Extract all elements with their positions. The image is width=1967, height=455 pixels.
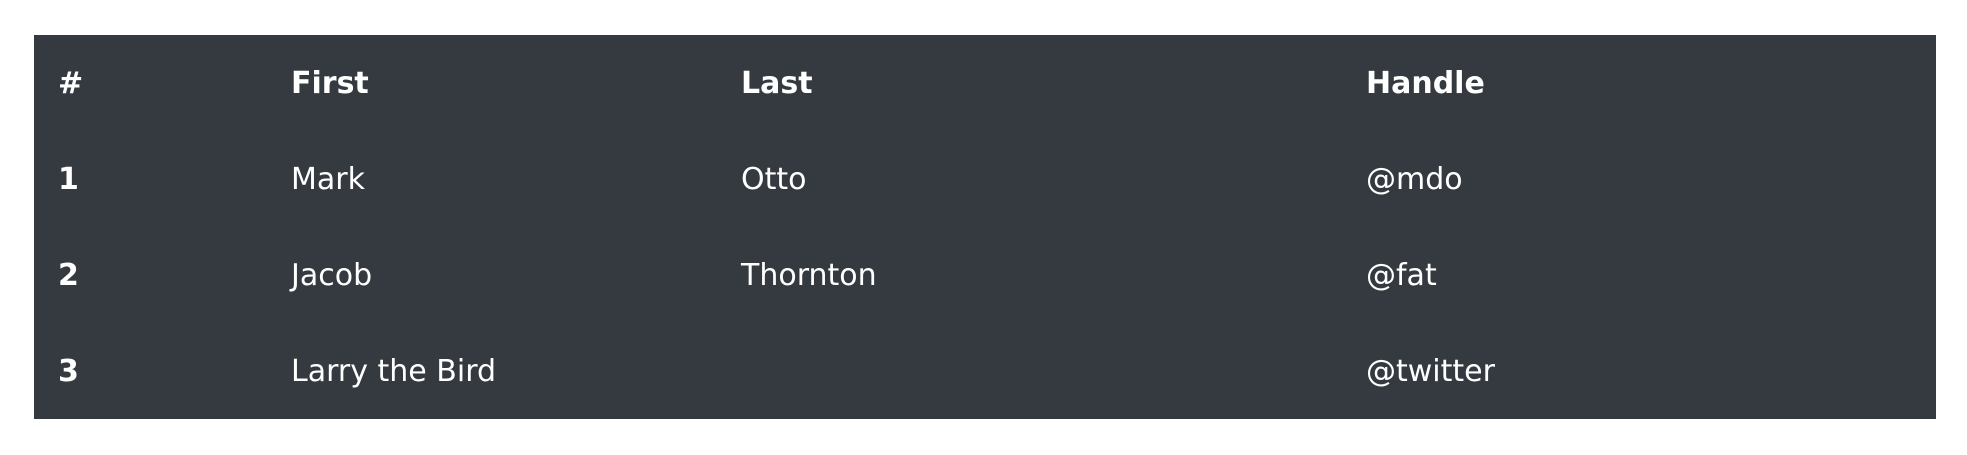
cell-last-name: [717, 323, 1342, 419]
row-number: 2: [58, 257, 79, 293]
cell-first-name: Larry the Bird: [291, 353, 497, 389]
table-row: 2 Jacob Thornton @fat: [34, 227, 1936, 323]
table-body: 1 Mark Otto @mdo 2 Jacob Thornton @fat 3…: [34, 131, 1936, 419]
dark-table: # First Last Handle 1 Mark Otto @mdo 2 J…: [34, 35, 1936, 419]
cell-first-name: Jacob: [291, 257, 373, 293]
cell-last-name: Thornton: [741, 257, 877, 293]
column-header-first: First: [291, 65, 369, 101]
table-row: 1 Mark Otto @mdo: [34, 131, 1936, 227]
cell-last-name: Otto: [741, 161, 807, 197]
table-header: # First Last Handle: [34, 35, 1936, 131]
row-number: 1: [58, 161, 79, 197]
page: # First Last Handle 1 Mark Otto @mdo 2 J…: [0, 0, 1967, 455]
row-number: 3: [58, 353, 79, 389]
table-header-row: # First Last Handle: [34, 35, 1936, 131]
cell-first-name: Mark: [291, 161, 365, 197]
column-header-handle: Handle: [1366, 65, 1485, 101]
column-header-number: #: [58, 65, 84, 101]
cell-handle: @fat: [1366, 257, 1437, 293]
table-row: 3 Larry the Bird @twitter: [34, 323, 1936, 419]
dark-table-container: # First Last Handle 1 Mark Otto @mdo 2 J…: [34, 35, 1936, 419]
cell-handle: @mdo: [1366, 161, 1463, 197]
column-header-last: Last: [741, 65, 813, 101]
cell-handle: @twitter: [1366, 353, 1495, 389]
